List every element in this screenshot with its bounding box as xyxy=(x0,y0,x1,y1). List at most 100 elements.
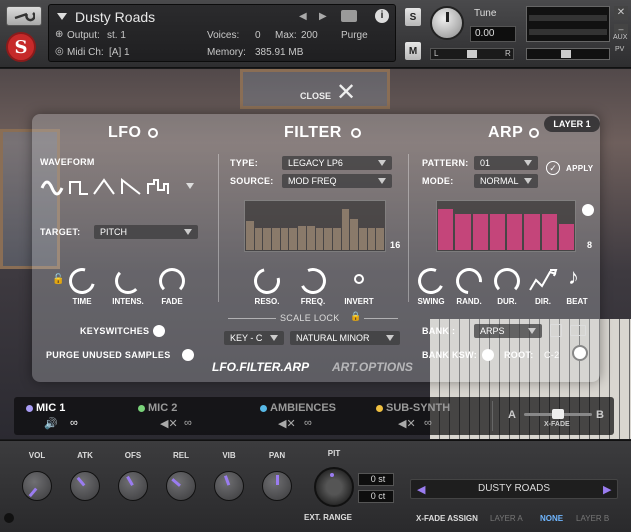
pattern-dropdown[interactable]: 01 xyxy=(474,156,538,170)
waveform-selector[interactable] xyxy=(40,176,204,198)
arp-step[interactable] xyxy=(472,214,488,250)
bank-dropdown[interactable]: ARPS xyxy=(474,324,542,338)
purge-menu[interactable]: Purge xyxy=(341,30,368,41)
cent-value[interactable]: 0 ct xyxy=(358,490,394,503)
minimize-icon[interactable]: – xyxy=(614,24,628,34)
tune-value[interactable]: 0.00 xyxy=(470,26,516,42)
wrench-button[interactable] xyxy=(6,6,42,26)
filter-step[interactable] xyxy=(254,228,263,250)
output-select[interactable]: st. 1 xyxy=(107,30,187,41)
assign-layer-b[interactable]: LAYER B xyxy=(576,514,609,523)
mic1-label[interactable]: MIC 1 xyxy=(36,402,65,414)
ext-range-label[interactable]: EXT. RANGE xyxy=(304,513,352,522)
scale-lock-icon[interactable]: 🔒 xyxy=(350,311,361,322)
filter-step[interactable] xyxy=(289,228,298,250)
filter-step[interactable] xyxy=(306,226,315,250)
tab-lfo-filter-arp[interactable]: LFO.FILTER.ARP xyxy=(212,360,309,374)
fade-knob[interactable] xyxy=(159,268,185,294)
keyswitches-toggle[interactable] xyxy=(153,325,165,337)
key-dropdown[interactable]: KEY - C xyxy=(224,331,284,345)
arp-step[interactable] xyxy=(455,214,471,250)
filter-step[interactable] xyxy=(350,218,358,250)
rel-knob[interactable] xyxy=(166,471,196,501)
mic1-speaker-icon[interactable]: 🔊 xyxy=(44,417,58,430)
filter-step[interactable] xyxy=(324,228,332,250)
mode-dropdown[interactable]: NORMAL xyxy=(474,174,538,188)
atk-knob[interactable] xyxy=(70,471,100,501)
duration-knob[interactable] xyxy=(494,268,520,294)
resonance-knob[interactable] xyxy=(249,263,285,299)
arp-step[interactable] xyxy=(489,214,505,250)
root-value[interactable]: C-2 xyxy=(544,350,559,360)
close-icon[interactable]: ✕ xyxy=(336,81,356,105)
filter-source-dropdown[interactable]: MOD FREQ xyxy=(282,174,392,188)
arp-steps-count[interactable]: 8 xyxy=(587,240,592,250)
ambiences-mute-icon[interactable]: ◀✕ xyxy=(278,417,296,430)
arp-step[interactable] xyxy=(558,223,574,250)
arp-sequencer-toggle[interactable] xyxy=(582,204,594,216)
sub-synth-link-icon[interactable]: ∞ xyxy=(424,417,432,429)
aux-button[interactable]: AUX xyxy=(613,34,627,41)
volume-slider[interactable] xyxy=(526,48,610,60)
folder-icon[interactable] xyxy=(570,325,586,336)
filter-step[interactable] xyxy=(376,228,384,250)
xfade-slider[interactable] xyxy=(524,409,592,419)
xfade-handle[interactable] xyxy=(552,409,564,419)
invert-toggle[interactable] xyxy=(354,274,364,284)
arp-step[interactable] xyxy=(541,214,557,250)
pan-knob[interactable] xyxy=(262,471,292,501)
arp-step[interactable] xyxy=(507,214,523,250)
close-label[interactable]: CLOSE xyxy=(300,91,331,101)
filter-steps-count[interactable]: 16 xyxy=(390,240,401,250)
semitone-value[interactable]: 0 st xyxy=(358,473,394,486)
bank-ksw-toggle[interactable] xyxy=(482,349,494,361)
mute-button[interactable]: M xyxy=(405,42,421,60)
filter-step[interactable] xyxy=(367,228,376,250)
vib-knob[interactable] xyxy=(214,471,244,501)
save-icon[interactable] xyxy=(550,324,562,337)
layer-badge[interactable]: LAYER 1 xyxy=(544,116,600,132)
preset-next-icon[interactable]: ▶ xyxy=(603,483,611,496)
purge-samples-toggle[interactable] xyxy=(182,349,194,361)
assign-layer-a[interactable]: LAYER A xyxy=(490,514,523,523)
max-voices-value[interactable]: 200 xyxy=(301,30,318,41)
filter-step[interactable] xyxy=(341,209,350,250)
intensity-knob[interactable] xyxy=(115,268,141,294)
pan-handle[interactable] xyxy=(467,50,477,58)
apply-check-icon[interactable]: ✓ xyxy=(546,161,560,175)
ambiences-link-icon[interactable]: ∞ xyxy=(304,417,312,429)
filter-step[interactable] xyxy=(280,228,289,250)
ambiences-label[interactable]: AMBIENCES xyxy=(270,402,336,414)
assign-none[interactable]: NONE xyxy=(540,514,563,523)
mic2-label[interactable]: MIC 2 xyxy=(148,402,177,414)
scale-dropdown[interactable]: NATURAL MINOR xyxy=(290,331,400,345)
lock-icon[interactable]: 🔓 xyxy=(52,274,64,285)
filter-step[interactable] xyxy=(246,221,254,250)
tune-knob[interactable] xyxy=(430,6,464,40)
tab-art-options[interactable]: ART.OPTIONS xyxy=(332,360,413,374)
vol-knob[interactable] xyxy=(22,471,52,501)
arp-step-sequencer[interactable] xyxy=(436,200,576,252)
frequency-knob[interactable] xyxy=(296,264,330,298)
prev-instrument-icon[interactable]: ◀ xyxy=(299,11,307,22)
ofs-knob[interactable] xyxy=(118,471,148,501)
direction-icon[interactable] xyxy=(528,268,558,294)
sub-synth-mute-icon[interactable]: ◀✕ xyxy=(398,417,416,430)
filter-step-sequencer[interactable] xyxy=(244,200,386,252)
mic2-mute-icon[interactable]: ◀✕ xyxy=(160,417,178,430)
beat-note-icon[interactable]: ♪ xyxy=(568,264,579,290)
filter-type-dropdown[interactable]: LEGACY LP6 xyxy=(282,156,392,170)
sub-synth-label[interactable]: SUB-SYNTH xyxy=(386,402,450,414)
solo-button[interactable]: S xyxy=(405,8,421,26)
pitch-knob[interactable] xyxy=(314,467,354,507)
filter-step[interactable] xyxy=(358,228,367,250)
pan-slider[interactable]: L R xyxy=(430,48,514,60)
apply-label[interactable]: APPLY xyxy=(566,164,593,173)
time-knob[interactable] xyxy=(64,263,100,299)
close-instrument-icon[interactable]: ✕ xyxy=(614,6,628,20)
filter-step[interactable] xyxy=(263,228,272,250)
root-select-button[interactable] xyxy=(572,345,588,361)
target-dropdown[interactable]: PITCH xyxy=(94,225,198,239)
pv-button[interactable]: PV xyxy=(615,46,624,53)
mic2-link-icon[interactable]: ∞ xyxy=(184,417,192,429)
